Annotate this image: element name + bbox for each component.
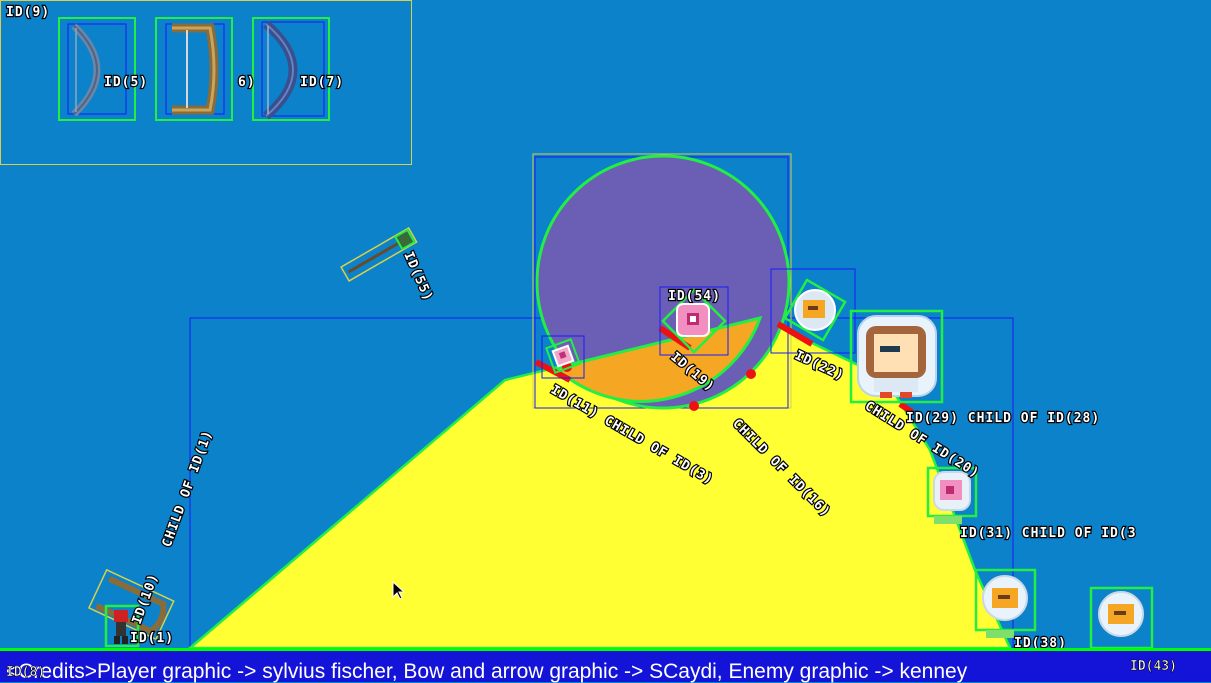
label-id7: ID(7) xyxy=(300,75,344,90)
label-id8: ID(8) xyxy=(6,665,46,681)
label-id29-child: ID(29) CHILD OF ID(28) xyxy=(906,411,1100,426)
bow-slot-7[interactable] xyxy=(252,17,330,121)
label-id1: ID(1) xyxy=(130,631,174,646)
credits-text: <Credits>Player graphic -> sylvius fisch… xyxy=(6,660,968,683)
bow-slot-6[interactable] xyxy=(155,17,233,121)
label-id55: ID(55) xyxy=(400,250,435,304)
bow-icon xyxy=(263,20,298,120)
credits-bar: <Credits>Player graphic -> sylvius fisch… xyxy=(0,648,1211,683)
label-id43: ID(43) xyxy=(1130,659,1178,675)
label-id1-child: CHILD OF ID(1) xyxy=(160,428,216,549)
enemy-astronaut-sprite[interactable] xyxy=(1089,586,1154,650)
enemy-astronaut-sprite[interactable] xyxy=(849,309,944,404)
player-bow[interactable] xyxy=(87,568,175,641)
bow-slot-5[interactable] xyxy=(58,17,136,121)
game-scene[interactable]: ID(9) ID(5) 6) ID(7) ID(54) ID(55) ID(1)… xyxy=(0,0,1211,682)
label-id31-child: ID(31) CHILD OF ID(3 xyxy=(960,526,1137,541)
label-id54: ID(54) xyxy=(668,289,721,304)
bow-icon xyxy=(172,23,219,115)
label-id6: 6) xyxy=(238,75,256,90)
label-id5: ID(5) xyxy=(104,75,148,90)
bow-icon xyxy=(71,23,101,117)
label-id9: ID(9) xyxy=(6,5,50,20)
